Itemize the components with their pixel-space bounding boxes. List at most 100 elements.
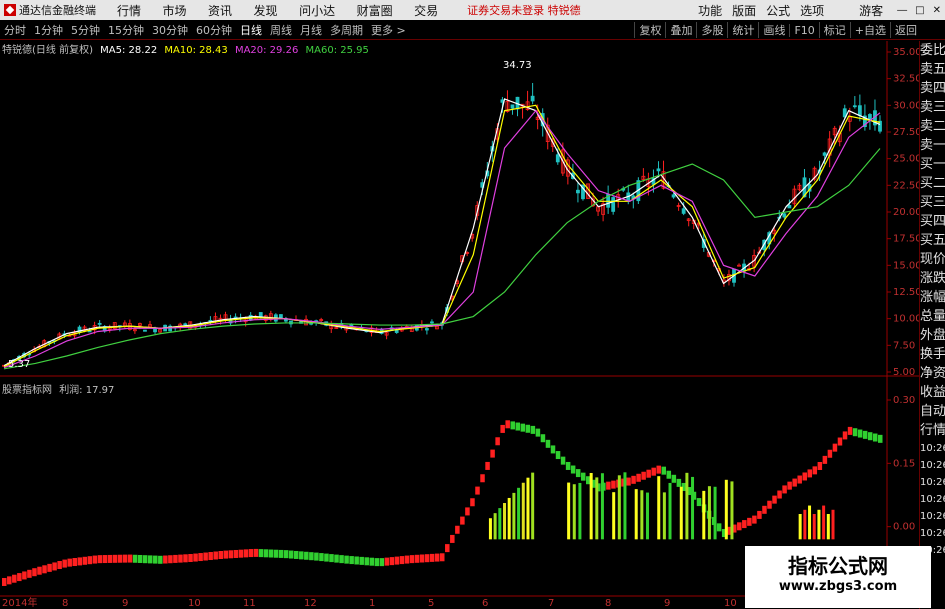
- indicator-ribbon: [7, 576, 12, 585]
- indicator-ribbon: [666, 470, 672, 479]
- indicator-ribbon: [424, 554, 430, 563]
- indicator-ribbon: [329, 554, 334, 563]
- quote-sidebar: 委比 卖五 卖四 卖三 卖二 卖一 买一 买二 买三 买四 买五 现价 涨跌 涨幅 总量 外盘 换手 净资 收益 自动…: [919, 41, 945, 609]
- sidebar-item: 10:26: [920, 443, 945, 454]
- time-tick-label: 8: [62, 598, 68, 609]
- indicator-bar: [822, 505, 826, 540]
- indicator-ribbon: [465, 507, 470, 516]
- sidebar-item[interactable]: 卖一: [920, 136, 945, 155]
- indicator-bar: [595, 477, 599, 540]
- sidebar-item[interactable]: 现价: [920, 250, 945, 269]
- sidebar-item: 10:26: [920, 477, 945, 488]
- sidebar-item[interactable]: 买三: [920, 193, 945, 212]
- indicator-ribbon: [273, 549, 279, 558]
- sidebar-item[interactable]: 总量: [920, 307, 945, 326]
- indicator-ribbon: [369, 557, 375, 566]
- indicator-ribbon: [163, 555, 168, 564]
- indicator-ribbon: [505, 420, 510, 429]
- indicator-ribbon: [399, 556, 405, 565]
- indicator-ribbon: [309, 552, 314, 561]
- sidebar-item[interactable]: 买四: [920, 212, 945, 231]
- sidebar-item[interactable]: 换手: [920, 345, 945, 364]
- indicator-ribbon: [827, 449, 833, 458]
- indicator-ribbon: [445, 544, 450, 553]
- indicator-bar: [707, 486, 711, 540]
- indicator-ribbon: [651, 467, 656, 476]
- indicator-bar: [589, 472, 593, 540]
- indicator-bar: [612, 492, 616, 540]
- sidebar-item[interactable]: 买五: [920, 231, 945, 250]
- indicator-ribbon: [278, 549, 284, 558]
- sidebar-item[interactable]: 涨幅: [920, 288, 945, 307]
- indicator-ribbon: [258, 549, 264, 558]
- indicator-ribbon: [822, 455, 828, 464]
- indicator-bar: [702, 490, 706, 540]
- price-tick-label: 7.50: [893, 340, 915, 351]
- indicator-ribbon: [802, 472, 807, 481]
- sidebar-item[interactable]: 卖四: [920, 79, 945, 98]
- time-tick-label: 9: [664, 598, 670, 609]
- indicator-ribbon: [294, 550, 299, 559]
- indicator-ribbon: [475, 486, 480, 495]
- indicator-ribbon: [213, 551, 218, 560]
- indicator-ribbon: [495, 437, 500, 446]
- close-icon[interactable]: ✕: [933, 5, 941, 16]
- indicator-ribbon: [92, 555, 98, 564]
- indicator-ribbon: [857, 429, 863, 438]
- indicator-ribbon: [832, 443, 838, 452]
- indicator-ribbon: [742, 520, 747, 529]
- indicator-tick-label: 0.00: [893, 522, 915, 533]
- indicator-ribbon: [434, 553, 440, 562]
- indicator-ribbon: [67, 558, 72, 567]
- indicator-ribbon: [253, 548, 259, 557]
- indicator-ribbon: [429, 553, 435, 562]
- indicator-bar: [817, 509, 821, 540]
- indicator-ribbon: [580, 472, 586, 481]
- sidebar-item[interactable]: 卖五: [920, 60, 945, 79]
- indicator-ribbon: [460, 516, 465, 525]
- indicator-bar: [531, 472, 535, 540]
- indicator-ribbon: [304, 551, 309, 560]
- indicator-ribbon: [636, 473, 641, 482]
- candle-body: [143, 329, 147, 332]
- indicator-bar: [498, 508, 502, 540]
- candle-body: [611, 197, 616, 212]
- indicator-ribbon: [777, 490, 782, 499]
- indicator-ribbon: [812, 466, 818, 475]
- kline-chart[interactable]: 35.0032.5030.0027.5025.0022.5020.0017.50…: [0, 0, 919, 609]
- price-tick-label: 30.00: [893, 100, 919, 111]
- sidebar-item[interactable]: 外盘: [920, 326, 945, 345]
- sidebar-item[interactable]: 收益: [920, 383, 945, 402]
- sidebar-item[interactable]: 卖二: [920, 117, 945, 136]
- indicator-ribbon: [394, 556, 400, 565]
- indicator-ribbon: [374, 558, 380, 567]
- indicator-tick-label: 0.30: [893, 395, 915, 406]
- indicator-ribbon: [203, 552, 208, 561]
- indicator-bar: [662, 492, 666, 540]
- sidebar-item: 10:26: [920, 528, 945, 539]
- indicator-bar: [640, 490, 644, 540]
- candle-body: [430, 321, 434, 324]
- indicator-ribbon: [515, 422, 521, 431]
- sidebar-item[interactable]: 涨跌: [920, 269, 945, 288]
- indicator-ribbon: [183, 554, 188, 563]
- indicator-ribbon: [364, 557, 369, 566]
- sidebar-item[interactable]: 买一: [920, 155, 945, 174]
- indicator-ribbon: [440, 553, 445, 562]
- indicator-bar: [600, 473, 604, 540]
- indicator-ribbon: [550, 445, 556, 454]
- indicator-ribbon: [288, 550, 294, 559]
- indicator-ribbon: [314, 552, 319, 561]
- sidebar-item[interactable]: 委比: [920, 41, 945, 60]
- indicator-ribbon: [480, 474, 485, 483]
- indicator-ribbon: [611, 480, 616, 489]
- indicator-ribbon: [575, 469, 581, 478]
- sidebar-item[interactable]: 卖三: [920, 98, 945, 117]
- candle-body: [530, 95, 535, 102]
- indicator-ribbon: [847, 426, 853, 435]
- sidebar-item[interactable]: 买二: [920, 174, 945, 193]
- indicator-bar: [517, 487, 521, 540]
- sidebar-item[interactable]: 净资: [920, 364, 945, 383]
- indicator-bar: [826, 514, 830, 540]
- indicator-ribbon: [339, 555, 344, 564]
